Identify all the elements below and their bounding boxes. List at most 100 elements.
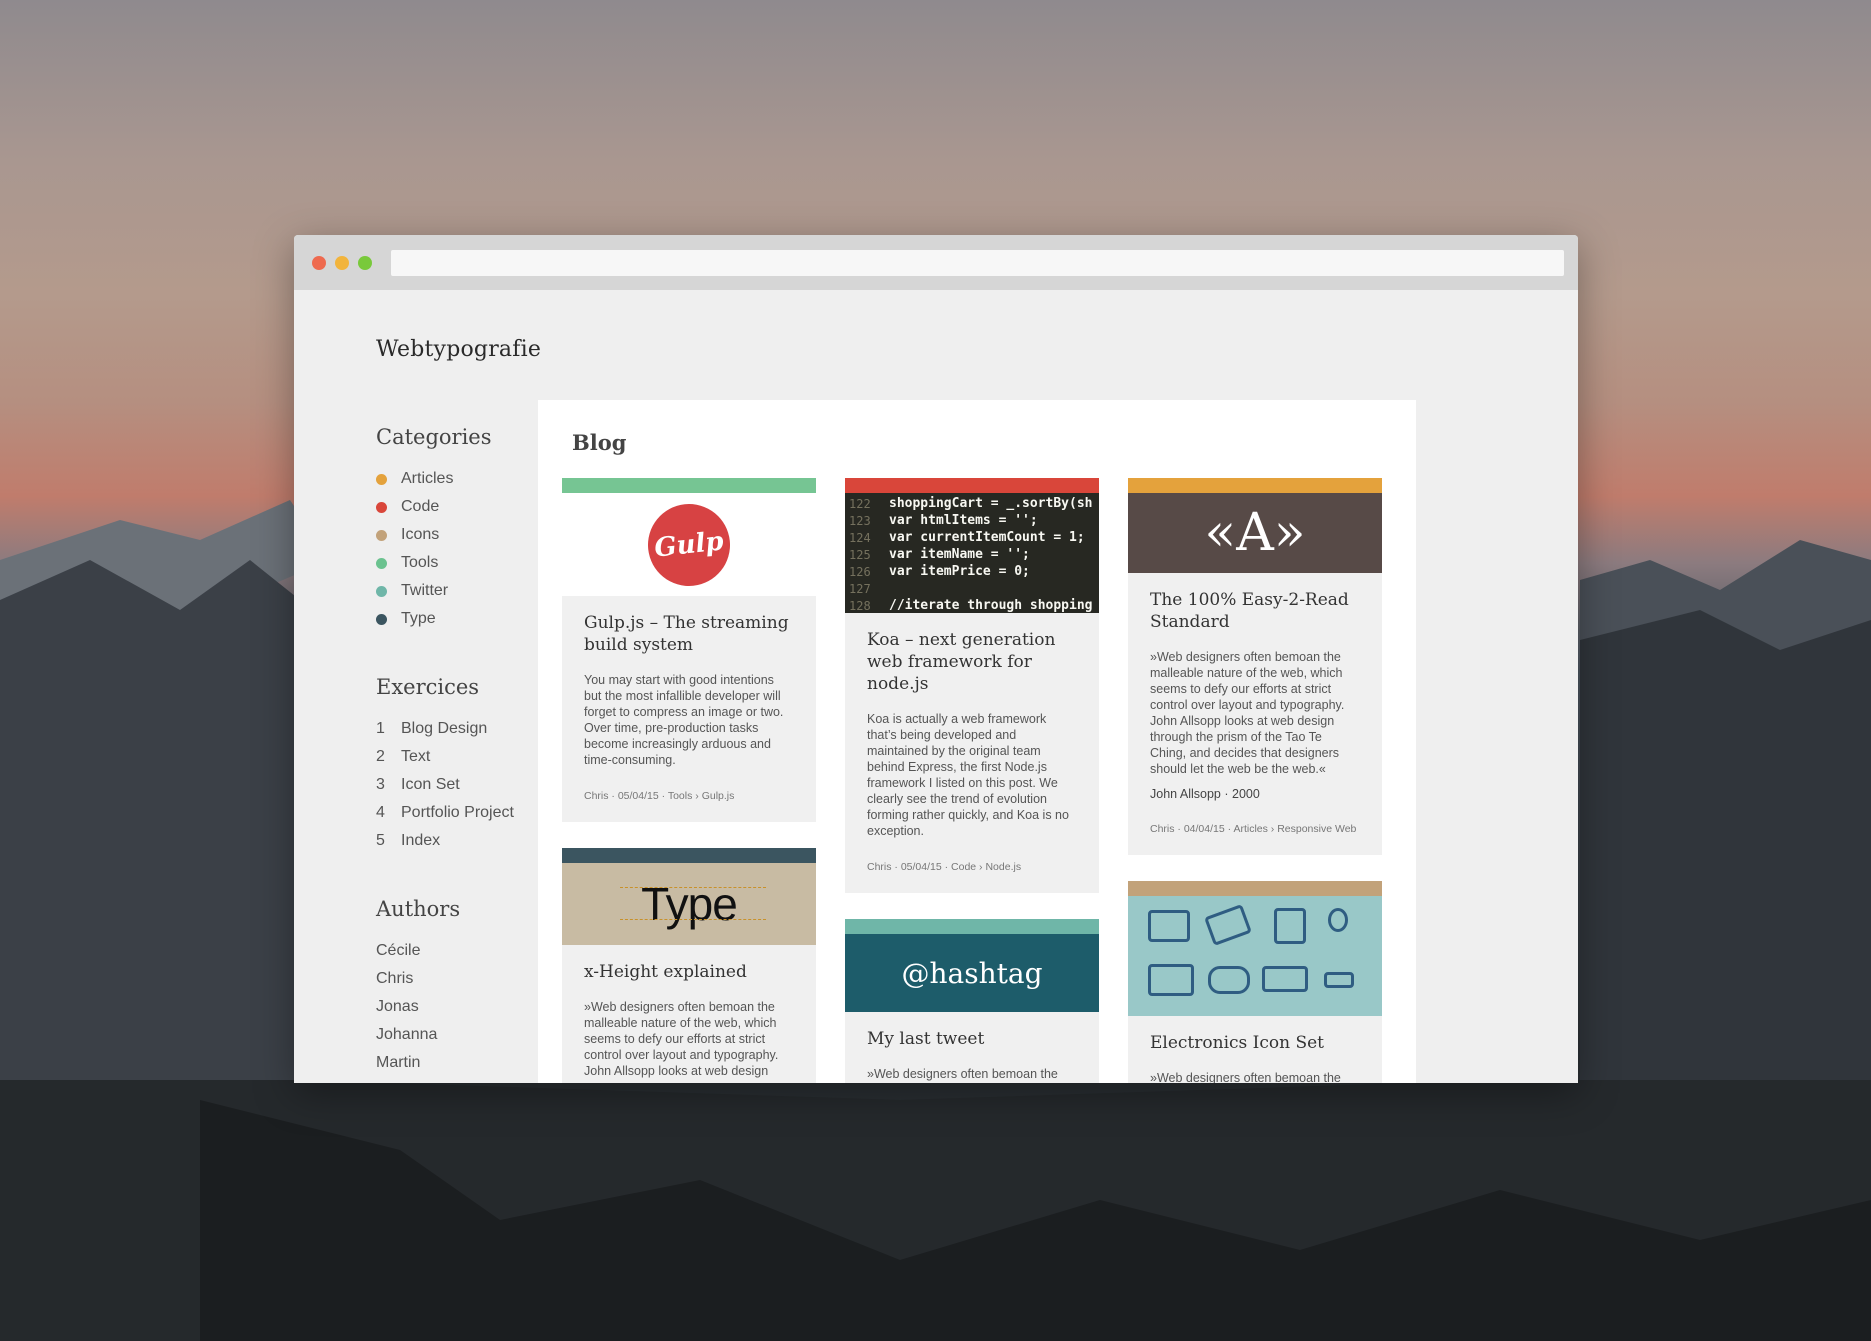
maximize-window-button[interactable] [358, 256, 372, 270]
card-stripe [845, 478, 1099, 493]
code-text: shoppingCart = _.sortBy(sh [889, 496, 1093, 511]
post-card-gulp[interactable]: Gulp Gulp.js – The streaming build syste… [562, 478, 816, 822]
line-number: 127 [849, 581, 871, 596]
exercise-number: 3 [376, 776, 385, 793]
author-item[interactable]: Chris [376, 965, 546, 993]
exercise-item[interactable]: 5 Index [376, 827, 546, 855]
code-text: var itemPrice = 0; [889, 564, 1030, 579]
post-meta: Chris · 04/04/15 · Articles › Responsive… [1150, 823, 1357, 835]
exercise-number: 5 [376, 832, 385, 849]
code-line: 123 var htmlItems = ''; [845, 512, 1099, 529]
exercise-item[interactable]: 3 Icon Set [376, 771, 546, 799]
gulp-logo: Gulp [643, 499, 735, 590]
post-title[interactable]: x-Height explained [584, 961, 794, 983]
category-icons[interactable]: Icons [376, 521, 546, 549]
console-icon [1262, 966, 1308, 992]
close-window-button[interactable] [312, 256, 326, 270]
exercise-label: Index [401, 832, 441, 849]
author-item[interactable]: Martin [376, 1049, 546, 1077]
browser-titlebar [294, 235, 1578, 290]
site-title[interactable]: Webtypografie [376, 337, 541, 362]
categories-heading: Categories [376, 425, 492, 449]
washing-machine-icon [1274, 908, 1306, 944]
exercise-item[interactable]: 4 Portfolio Project [376, 799, 546, 827]
categories-list: Articles Code Icons Tools Twitter Type [376, 465, 546, 633]
post-excerpt: »Web designers often bemoan the malleabl… [1150, 650, 1345, 776]
blog-column-3: «A» The 100% Easy-2-Read Standard »Web d… [1128, 478, 1382, 1083]
guillemet-a-image: «A» [1128, 493, 1382, 573]
code-line: 126 var itemPrice = 0; [845, 563, 1099, 580]
television-icon [1148, 964, 1194, 996]
post-card-xheight[interactable]: Type x-Height explained »Web designers o… [562, 848, 816, 1083]
code-text: var currentItemCount = 1; [889, 530, 1085, 545]
card-stripe [845, 919, 1099, 934]
exercises-list: 1 Blog Design 2 Text 3 Icon Set 4 Portfolio … [376, 715, 546, 855]
blog-heading: Blog [572, 430, 627, 455]
author-item[interactable]: Johanna [376, 1021, 546, 1049]
gulp-logo-image: Gulp [562, 493, 816, 596]
code-line: 128 //iterate through shopping [845, 597, 1099, 613]
baseline-guide [620, 887, 766, 888]
browser-window: Webtypografie Categories Articles Code I… [294, 235, 1578, 1083]
card-stripe [562, 848, 816, 863]
exercise-label: Icon Set [401, 776, 460, 793]
post-title[interactable]: Electronics Icon Set [1150, 1032, 1360, 1054]
category-label: Articles [401, 470, 454, 487]
post-card-koa[interactable]: 122 shoppingCart = _.sortBy(sh 123 var htm… [845, 478, 1099, 893]
category-code[interactable]: Code [376, 493, 546, 521]
line-number: 128 [849, 598, 871, 613]
electronics-icons-image [1128, 896, 1382, 1016]
post-excerpt: Koa is actually a web framework that’s b… [867, 712, 1069, 838]
category-dot [376, 529, 387, 541]
exercise-label: Blog Design [401, 720, 488, 737]
sidebar: Categories Articles Code Icons Tools Twi… [376, 425, 546, 1083]
card-stripe [562, 478, 816, 493]
category-label: Twitter [401, 582, 449, 599]
author-item[interactable]: Jonas [376, 993, 546, 1021]
address-bar[interactable] [391, 250, 1564, 276]
type-word: Type [641, 878, 738, 930]
code-text: var itemName = ''; [889, 547, 1030, 562]
exercise-item[interactable]: 1 Blog Design [376, 715, 546, 743]
post-title[interactable]: Koa – next generation web framework for … [867, 629, 1077, 695]
card-stripe [1128, 478, 1382, 493]
category-label: Type [401, 610, 436, 627]
authors-heading: Authors [376, 897, 461, 921]
category-type[interactable]: Type [376, 605, 546, 633]
authors-list: Cécile Chris Jonas Johanna Martin [376, 937, 546, 1077]
post-card-icons[interactable]: Electronics Icon Set »Web designers ofte… [1128, 881, 1382, 1083]
blog-main: Blog Gulp Gulp.js – The streaming build … [538, 400, 1416, 1083]
post-meta: Chris · 05/04/15 · Tools › Gulp.js [584, 790, 735, 802]
category-label: Icons [401, 526, 440, 543]
blog-column-2: 122 shoppingCart = _.sortBy(sh 123 var htm… [845, 478, 1099, 1083]
line-number: 123 [849, 513, 871, 528]
post-title[interactable]: The 100% Easy-2-Read Standard [1150, 589, 1360, 633]
author-item[interactable]: Cécile [376, 937, 546, 965]
type-xheight-image: Type [562, 863, 816, 945]
blog-column-1: Gulp Gulp.js – The streaming build syste… [562, 478, 816, 1083]
minimize-window-button[interactable] [335, 256, 349, 270]
code-line: 125 var itemName = ''; [845, 546, 1099, 563]
code-line: 124 var currentItemCount = 1; [845, 529, 1099, 546]
post-meta: Chris · 05/04/15 · Code › Node.js [867, 861, 1022, 873]
line-number: 125 [849, 547, 871, 562]
quote-author: John Allsopp · 2000 [1150, 787, 1260, 801]
hashtag-image: @hashtag [845, 934, 1099, 1012]
code-text: //iterate through shopping [889, 598, 1093, 613]
code-line: 127 [845, 580, 1099, 597]
post-title[interactable]: My last tweet [867, 1028, 1077, 1050]
code-line: 122 shoppingCart = _.sortBy(sh [845, 495, 1099, 512]
category-dot [376, 613, 387, 625]
gamepad-icon [1208, 966, 1250, 994]
category-tools[interactable]: Tools [376, 549, 546, 577]
line-number: 122 [849, 496, 871, 511]
category-articles[interactable]: Articles [376, 465, 546, 493]
post-card-readable[interactable]: «A» The 100% Easy-2-Read Standard »Web d… [1128, 478, 1382, 855]
exercise-item[interactable]: 2 Text [376, 743, 546, 771]
category-twitter[interactable]: Twitter [376, 577, 546, 605]
post-excerpt: »Web designers often bemoan the malleabl… [1150, 1071, 1341, 1083]
camera-icon [1148, 910, 1190, 942]
post-title[interactable]: Gulp.js – The streaming build system [584, 612, 794, 656]
post-excerpt: You may start with good intentions but t… [584, 673, 784, 767]
post-card-tweet[interactable]: @hashtag My last tweet »Web designers of… [845, 919, 1099, 1083]
